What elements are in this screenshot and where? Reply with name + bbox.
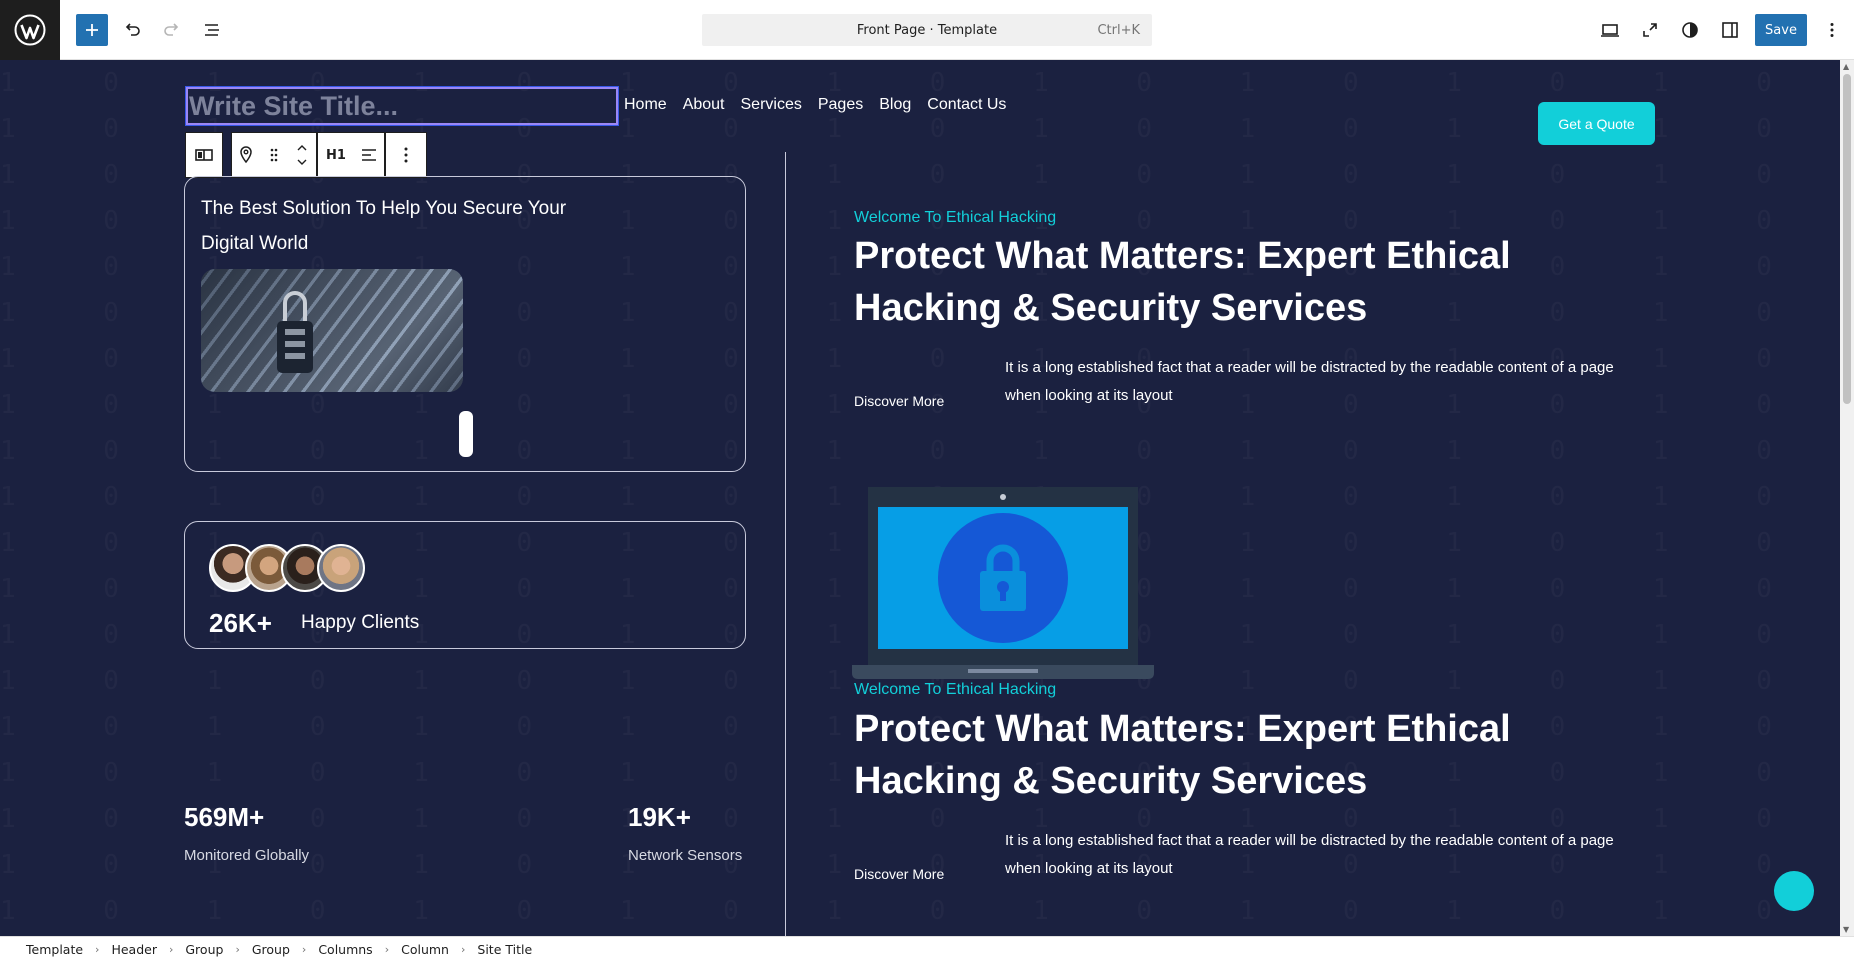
sensors-count: 19K+: [628, 802, 691, 832]
canvas-scrollbar[interactable]: ▲ ▼: [1840, 60, 1854, 936]
drag-handle-icon: [270, 148, 278, 162]
breadcrumb-group[interactable]: Group: [252, 942, 290, 957]
scroll-down-icon[interactable]: ▼: [1843, 925, 1849, 934]
discover-more-link[interactable]: Discover More: [854, 866, 944, 882]
monitored-count: 569M+: [184, 802, 265, 832]
site-title-field[interactable]: Write Site Title...: [185, 86, 619, 126]
chevron-right-icon: ›: [460, 942, 466, 956]
solution-card[interactable]: The Best Solution To Help You Secure You…: [184, 176, 746, 472]
nav-pages[interactable]: Pages: [818, 96, 863, 114]
block-toolbar-group-move: [231, 132, 317, 178]
move-up-down-buttons[interactable]: [288, 133, 316, 177]
nav-home[interactable]: Home: [624, 96, 667, 114]
monitored-label: Monitored Globally: [184, 847, 310, 864]
plus-icon: [86, 24, 98, 36]
settings-sidebar-button[interactable]: [1714, 14, 1746, 46]
floating-help-button[interactable]: [1774, 871, 1814, 911]
save-button[interactable]: Save: [1755, 14, 1807, 46]
scroll-up-icon[interactable]: ▲: [1843, 62, 1849, 71]
padlock-laptop-image[interactable]: [201, 269, 463, 392]
breadcrumb-group[interactable]: Group: [185, 942, 223, 957]
breadcrumb-column[interactable]: Column: [401, 942, 449, 957]
clients-label: Happy Clients: [301, 612, 420, 633]
block-breadcrumb: Template › Header › Group › Group › Colu…: [0, 936, 1854, 961]
command-palette-bar[interactable]: Front Page · Template Ctrl+K: [702, 14, 1152, 46]
block-toolbar-group-more: [385, 132, 427, 178]
vertical-ellipsis-icon: [1830, 23, 1834, 37]
keyboard-texture: [201, 269, 463, 392]
undo-button[interactable]: [116, 14, 148, 46]
solution-text: The Best Solution To Help You Secure You…: [201, 198, 567, 254]
map-pin-icon: [240, 146, 252, 164]
chevron-right-icon: ›: [168, 942, 174, 956]
desktop-icon: [1601, 24, 1619, 37]
laptop-lock-illustration: [852, 487, 1154, 679]
primary-navigation: Home About Services Pages Blog Contact U…: [624, 96, 1006, 114]
padlock-icon: [277, 291, 313, 373]
options-menu-button[interactable]: [1816, 14, 1848, 46]
styles-button[interactable]: [1674, 14, 1706, 46]
vertical-ellipsis-icon: [404, 147, 408, 163]
column-divider: [785, 152, 786, 936]
section-eyebrow: Welcome To Ethical Hacking: [854, 681, 1057, 698]
scrollbar-thumb[interactable]: [1843, 74, 1851, 404]
heading-level-button[interactable]: H1: [318, 133, 354, 177]
select-parent-button[interactable]: [186, 133, 222, 177]
drag-handle[interactable]: [260, 133, 288, 177]
hero-heading: Protect What Matters: Expert Ethical Hac…: [854, 708, 1511, 802]
undo-icon: [125, 23, 140, 36]
nav-blog[interactable]: Blog: [879, 96, 911, 114]
block-toolbar: H1: [185, 132, 427, 178]
redo-icon: [164, 23, 179, 36]
breadcrumb-site-title[interactable]: Site Title: [477, 942, 532, 957]
section-eyebrow: Welcome To Ethical Hacking: [854, 209, 1057, 226]
block-toolbar-group-format: H1: [317, 132, 385, 178]
image-resize-handle[interactable]: [459, 411, 473, 457]
discover-more-link[interactable]: Discover More: [854, 393, 944, 409]
command-bar-label: Front Page · Template: [856, 22, 998, 38]
block-toolbar-group-parent: [185, 132, 223, 178]
chevron-right-icon: ›: [235, 942, 240, 956]
client-avatars: [209, 544, 365, 592]
add-block-button[interactable]: [76, 14, 108, 46]
document-overview-button[interactable]: [196, 14, 228, 46]
hero-heading: Protect What Matters: Expert Ethical Hac…: [854, 235, 1511, 329]
happy-clients-card: 26K+ Happy Clients: [184, 521, 746, 649]
get-a-quote-button[interactable]: Get a Quote: [1538, 102, 1655, 145]
align-left-icon: [362, 149, 376, 161]
external-view-icon: [1643, 23, 1657, 37]
block-options-button[interactable]: [386, 133, 426, 177]
wordpress-logo-icon[interactable]: [0, 0, 60, 60]
nav-services[interactable]: Services: [741, 96, 802, 114]
half-circle-icon: [1682, 22, 1698, 38]
view-page-button[interactable]: [1634, 14, 1666, 46]
nav-about[interactable]: About: [683, 96, 725, 114]
avatar: [317, 544, 365, 592]
list-view-icon: [205, 24, 219, 36]
chevron-right-icon: ›: [301, 942, 307, 956]
breadcrumb-template[interactable]: Template: [26, 942, 83, 957]
text-align-button[interactable]: [354, 133, 384, 177]
breadcrumb-columns[interactable]: Columns: [318, 942, 372, 957]
hero-paragraph: It is a long established fact that a rea…: [1005, 359, 1614, 404]
editor-canvas[interactable]: 1 0 1 0 1 0 1 0 1 0 1 0 1 0 1 0 1 0 1 0 …: [0, 60, 1840, 936]
hero-paragraph: It is a long established fact that a rea…: [1005, 832, 1614, 877]
chevron-up-down-icon: [297, 145, 307, 165]
breadcrumb-header[interactable]: Header: [111, 942, 157, 957]
sensors-label: Network Sensors: [628, 847, 743, 864]
columns-icon: [195, 149, 213, 161]
clients-count: 26K+: [209, 608, 272, 638]
chevron-right-icon: ›: [384, 942, 390, 956]
chevron-right-icon: ›: [95, 942, 100, 956]
redo-button[interactable]: [156, 14, 188, 46]
location-pin-button[interactable]: [232, 133, 260, 177]
sidebar-icon: [1722, 22, 1738, 38]
device-preview-button[interactable]: [1594, 14, 1626, 46]
editor-top-toolbar: Front Page · Template Ctrl+K Save: [0, 0, 1854, 60]
nav-contact-us[interactable]: Contact Us: [927, 96, 1006, 114]
command-shortcut: Ctrl+K: [1097, 22, 1140, 38]
